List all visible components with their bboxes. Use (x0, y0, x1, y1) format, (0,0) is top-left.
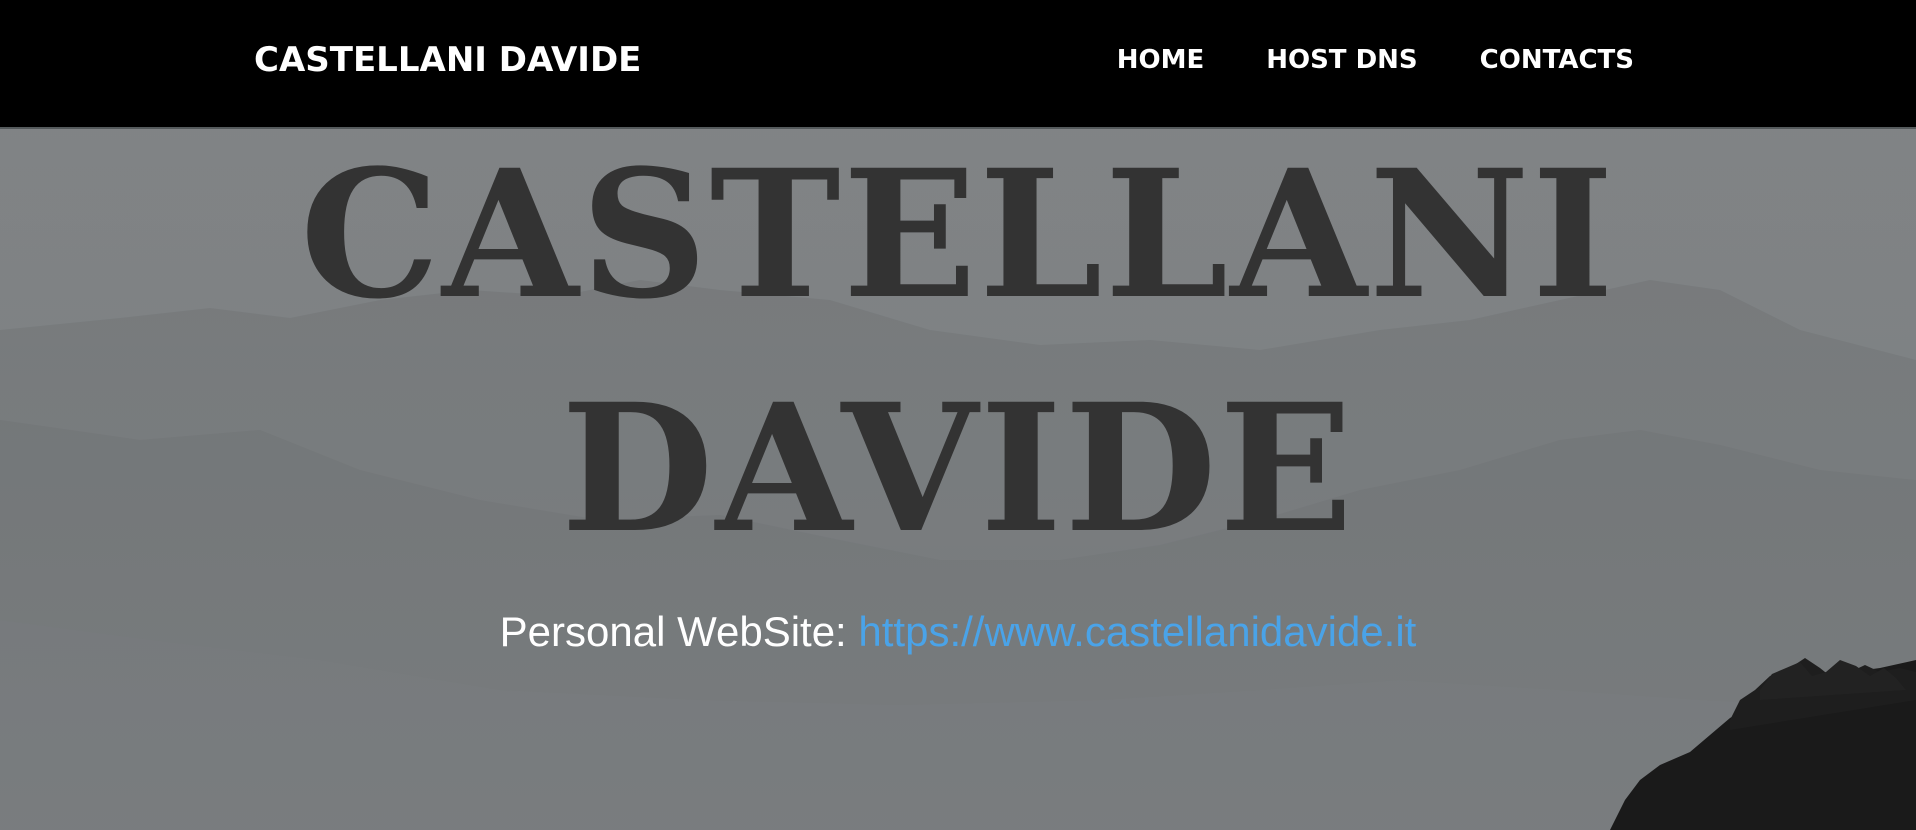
hero-title: CASTELLANI DAVIDE (0, 118, 1916, 586)
nav-item-home: HOME (1086, 40, 1236, 80)
nav-menu: HOME HOST DNS CONTACTS (1086, 40, 1634, 80)
hero-subtitle: Personal WebSite: https://www.castellani… (0, 604, 1916, 660)
nav-item-host-dns: HOST DNS (1235, 40, 1448, 80)
nav-link-contacts[interactable]: CONTACTS (1449, 40, 1634, 80)
hero-title-line-2: DAVIDE (560, 365, 1356, 572)
nav-link-home[interactable]: HOME (1086, 40, 1236, 80)
hero-title-line-1: CASTELLANI (299, 131, 1617, 338)
brand-link[interactable]: CASTELLANI DAVIDE (254, 38, 641, 82)
nav-item-contacts: CONTACTS (1449, 40, 1634, 80)
page: CASTELLANI DAVIDE HOME HOST DNS CONTACTS… (0, 0, 1916, 830)
personal-website-link[interactable]: https://www.castellanidavide.it (858, 608, 1416, 655)
top-navbar: CASTELLANI DAVIDE HOME HOST DNS CONTACTS (0, 0, 1916, 129)
subtitle-label: Personal WebSite: (499, 608, 859, 655)
nav-link-host-dns[interactable]: HOST DNS (1235, 40, 1448, 80)
